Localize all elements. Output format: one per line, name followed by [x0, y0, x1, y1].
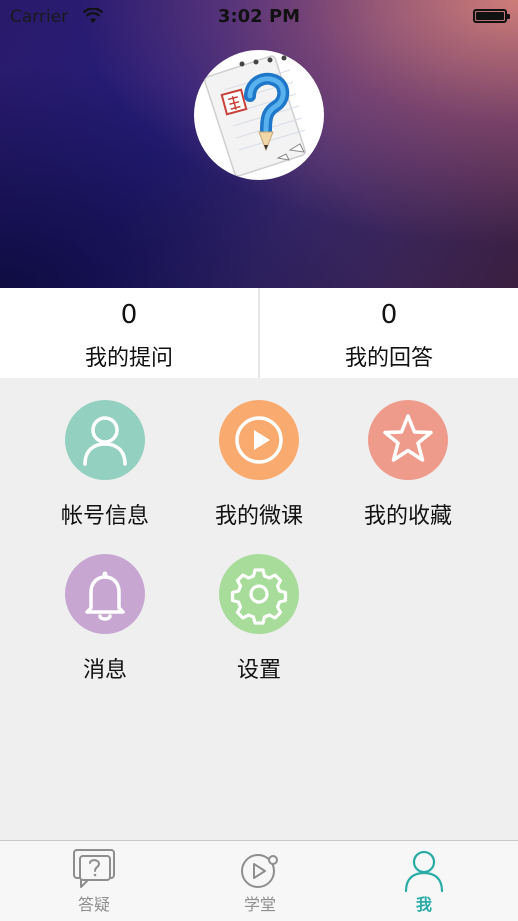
menu-label: 帐号信息	[60, 504, 149, 529]
menu-icon-circle	[65, 554, 145, 634]
menu-my-microcourses[interactable]: 我的微课	[184, 400, 334, 540]
question-mark-pencil-icon	[204, 55, 306, 177]
menu-icon-circle	[368, 400, 448, 480]
answers-label: 我的回答	[344, 346, 433, 371]
menu-icon-circle	[219, 400, 299, 480]
questions-label: 我的提问	[84, 346, 173, 371]
bell-icon	[85, 571, 125, 621]
menu-label: 我的微课	[214, 504, 303, 529]
avatar[interactable]	[194, 50, 324, 180]
tab-bar: 答疑 学堂 我	[0, 840, 518, 921]
tab-me[interactable]: 我	[338, 841, 510, 921]
menu-my-favorites[interactable]: 我的收藏	[333, 400, 483, 540]
person-icon	[83, 416, 127, 466]
menu-icon-circle	[219, 554, 299, 634]
menu-label: 我的收藏	[363, 504, 452, 529]
status-bar: Carrier 3:02 PM	[0, 0, 518, 34]
battery-icon	[473, 9, 510, 23]
tab-label: 答疑	[77, 895, 110, 914]
profile-header: Carrier 3:02 PM	[0, 0, 518, 288]
menu-label: 设置	[236, 658, 281, 683]
menu-account-info[interactable]: 帐号信息	[30, 400, 180, 540]
gear-icon	[230, 568, 288, 625]
menu-settings[interactable]: 设置	[184, 554, 334, 694]
play-circle-icon	[241, 854, 278, 888]
chat-question-icon	[73, 849, 115, 888]
menu-messages[interactable]: 消息	[30, 554, 180, 694]
answers-count: 0	[380, 300, 398, 330]
stats-bar: 0 我的提问 0 我的回答	[0, 288, 518, 378]
menu-icon-circle	[65, 400, 145, 480]
menu-label: 消息	[82, 658, 127, 683]
questions-count: 0	[120, 300, 138, 330]
star-icon	[383, 414, 433, 462]
my-answers-stat[interactable]: 0 我的回答	[260, 288, 518, 378]
status-time: 3:02 PM	[217, 6, 301, 27]
my-questions-stat[interactable]: 0 我的提问	[0, 288, 258, 378]
tab-school[interactable]: 学堂	[174, 841, 346, 921]
person-outline-icon	[404, 850, 444, 893]
play-icon	[235, 416, 283, 464]
tab-label: 学堂	[243, 895, 276, 914]
tab-qa[interactable]: 答疑	[8, 841, 180, 921]
tab-label: 我	[415, 895, 432, 914]
